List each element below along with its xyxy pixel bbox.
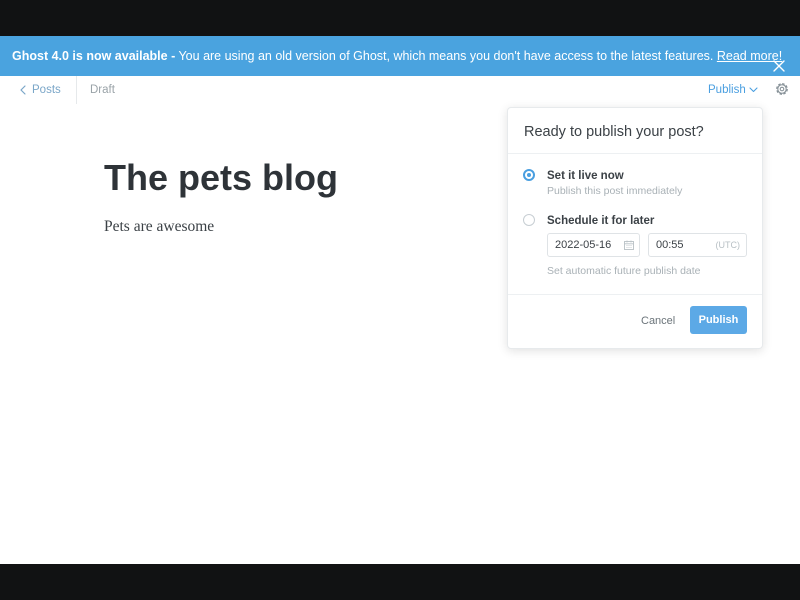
timezone-label: (UTC) xyxy=(715,240,741,250)
topbar-divider xyxy=(76,76,77,104)
popover-footer-divider xyxy=(508,294,762,295)
chevron-left-icon xyxy=(20,85,26,95)
schedule-date-value: 2022-05-16 xyxy=(555,239,612,251)
schedule-date-input[interactable]: 2022-05-16 xyxy=(547,233,640,257)
publish-menu-toggle[interactable]: Publish xyxy=(708,82,758,98)
publish-toggle-label: Publish xyxy=(708,84,746,96)
banner-headline: Ghost 4.0 is now available - xyxy=(12,49,176,63)
schedule-later-label[interactable]: Schedule it for later xyxy=(547,214,654,228)
update-banner: Ghost 4.0 is now available - You are usi… xyxy=(0,36,800,76)
calendar-icon[interactable] xyxy=(624,240,634,250)
set-live-now-radio[interactable] xyxy=(523,169,535,181)
ghost-editor-window: Ghost 4.0 is now available - You are usi… xyxy=(0,36,800,564)
popover-divider xyxy=(508,153,762,154)
chevron-down-icon xyxy=(749,87,758,93)
back-label: Posts xyxy=(32,84,61,96)
back-to-posts-link[interactable]: Posts xyxy=(20,82,61,98)
schedule-time-input[interactable]: 00:55 (UTC) xyxy=(648,233,747,257)
editor-topbar: Posts Draft Publish xyxy=(0,76,800,106)
gear-icon[interactable] xyxy=(774,81,790,97)
publish-button[interactable]: Publish xyxy=(690,306,747,334)
banner-message: You are using an old version of Ghost, w… xyxy=(175,49,717,63)
banner-text: Ghost 4.0 is now available - You are usi… xyxy=(12,36,782,76)
screen: Ghost 4.0 is now available - You are usi… xyxy=(0,0,800,600)
publish-popover-title: Ready to publish your post? xyxy=(524,124,704,140)
cancel-button[interactable]: Cancel xyxy=(641,314,675,328)
set-live-now-description: Publish this post immediately xyxy=(547,185,683,197)
schedule-later-description: Set automatic future publish date xyxy=(547,265,701,277)
post-body[interactable]: Pets are awesome xyxy=(104,216,214,238)
schedule-later-radio[interactable] xyxy=(523,214,535,226)
publish-popover: Ready to publish your post? Set it live … xyxy=(507,107,763,349)
schedule-time-value: 00:55 xyxy=(656,239,684,251)
post-title[interactable]: The pets blog xyxy=(104,156,338,200)
post-status: Draft xyxy=(90,84,115,96)
close-icon[interactable] xyxy=(772,49,786,72)
set-live-now-label[interactable]: Set it live now xyxy=(547,169,624,183)
